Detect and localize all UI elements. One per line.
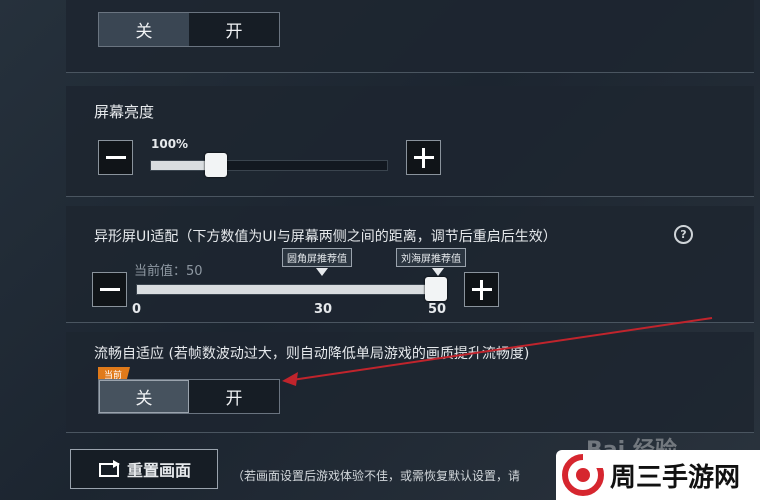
site-logo-icon bbox=[562, 454, 604, 496]
site-logo-text: 周三手游网 bbox=[610, 462, 741, 493]
annotation-arrow bbox=[282, 317, 713, 386]
reset-label: 重置画面 bbox=[126, 461, 191, 480]
reset-button[interactable]: 重置画面 bbox=[70, 449, 218, 489]
reset-hint: （若画面设置后游戏体验不佳，或需恢复默认设置，请 bbox=[232, 469, 521, 483]
site-logo-badge: 周三手游网 bbox=[556, 450, 760, 500]
reset-icon bbox=[98, 460, 120, 477]
